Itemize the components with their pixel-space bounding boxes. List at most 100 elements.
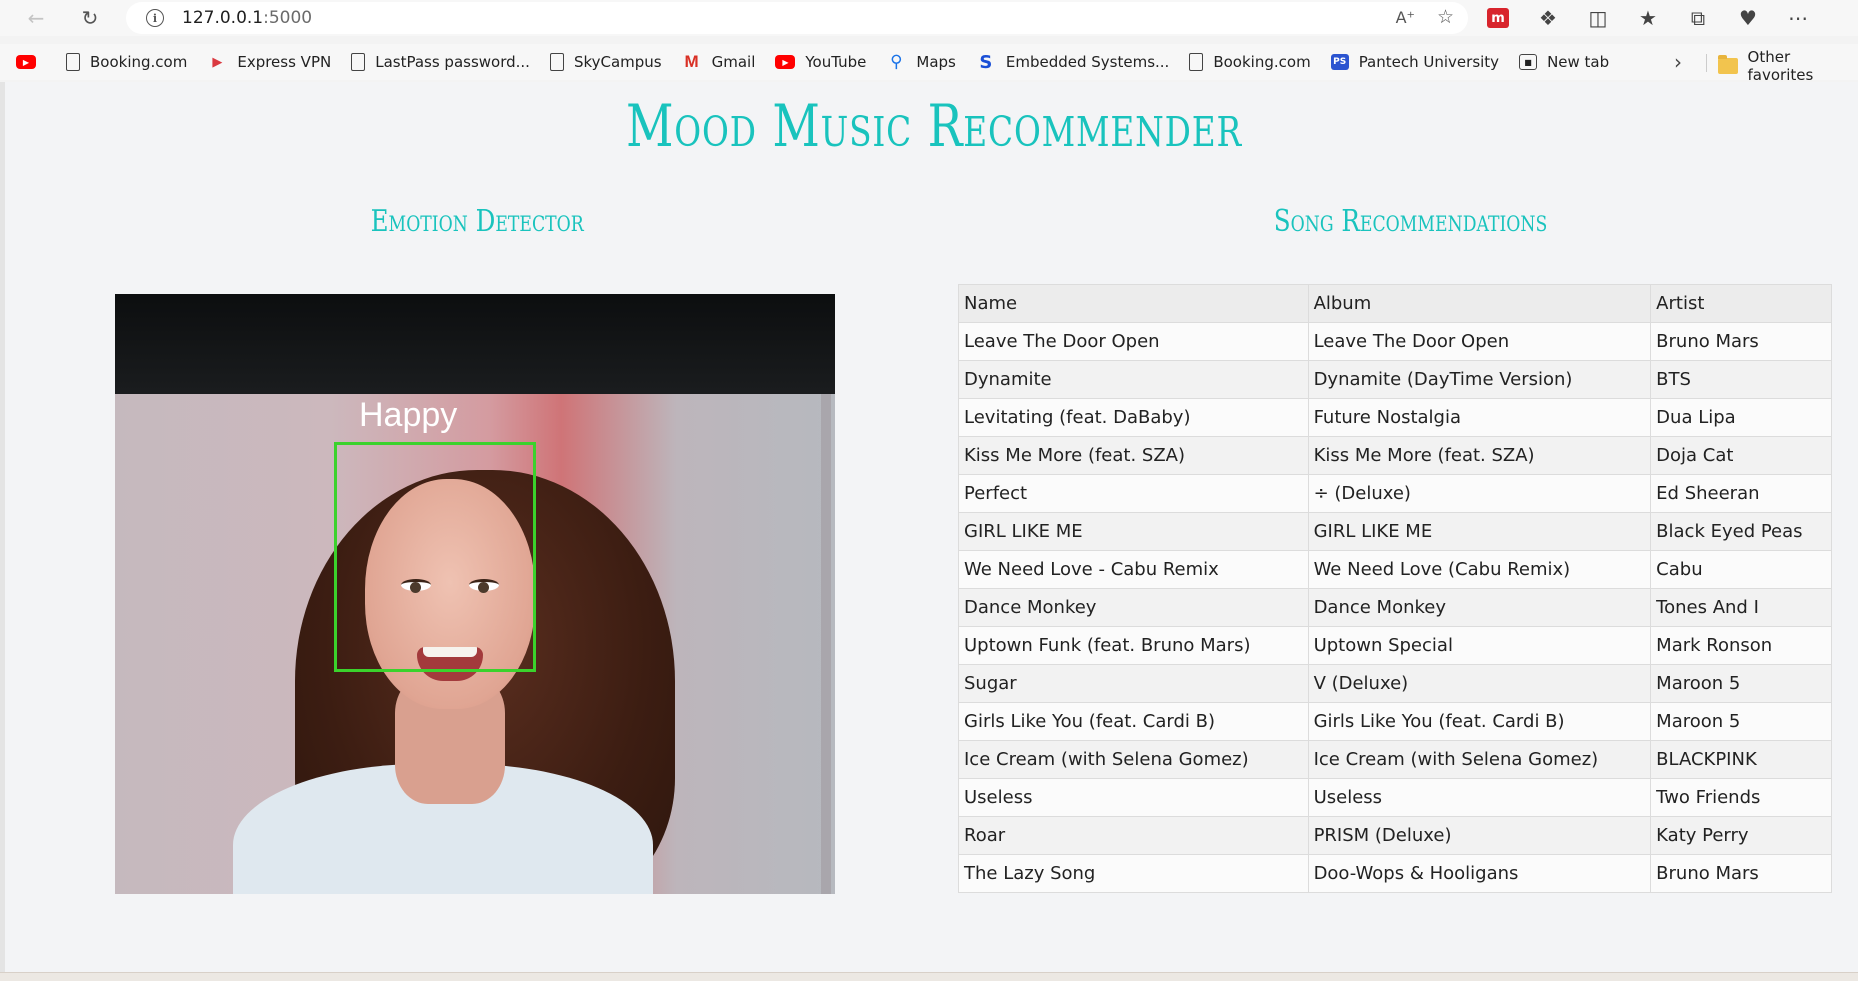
favorite-item[interactable]: ⚲ Maps bbox=[886, 48, 956, 76]
favorite-item[interactable]: LastPass password... bbox=[351, 48, 530, 76]
song-artist-cell: Maroon 5 bbox=[1650, 702, 1832, 741]
skyfi-icon: S bbox=[979, 51, 993, 73]
song-artist-cell: Dua Lipa bbox=[1650, 398, 1832, 437]
song-album-cell: Girls Like You (feat. Cardi B) bbox=[1307, 702, 1652, 741]
song-name-cell: Kiss Me More (feat. SZA) bbox=[958, 436, 1309, 475]
song-album-cell: Uptown Special bbox=[1307, 626, 1652, 665]
extensions-puzzle-icon[interactable]: ❖ bbox=[1532, 2, 1564, 34]
favorite-item[interactable]: Booking.com bbox=[66, 48, 187, 76]
page-icon bbox=[549, 53, 564, 71]
song-name-cell: Leave The Door Open bbox=[958, 322, 1309, 361]
song-artist-cell: Ed Sheeran bbox=[1650, 474, 1832, 513]
extension-mix-icon[interactable]: m bbox=[1482, 2, 1514, 34]
favorite-item[interactable]: M Gmail bbox=[682, 48, 756, 76]
song-artist-cell: Two Friends bbox=[1650, 778, 1832, 817]
song-artist-cell: Katy Perry bbox=[1650, 816, 1832, 855]
page-icon bbox=[66, 53, 80, 71]
table-row: Dynamite Dynamite (DayTime Version) BTS bbox=[958, 360, 1832, 399]
table-row: Roar PRISM (Deluxe) Katy Perry bbox=[958, 816, 1832, 855]
favorites-icon[interactable]: ★ bbox=[1632, 2, 1664, 34]
folder-icon bbox=[1718, 55, 1738, 74]
info-icon[interactable]: i bbox=[146, 9, 164, 27]
song-recommendations-heading: Song Recommendations bbox=[1273, 204, 1548, 239]
song-table: Name Album Artist Leave The Door Open Lea… bbox=[958, 284, 1832, 893]
table-header-row: Name Album Artist bbox=[958, 284, 1832, 323]
url-text[interactable]: 127.0.0.1:5000 bbox=[182, 8, 312, 28]
song-name-cell: Ice Cream (with Selena Gomez) bbox=[958, 740, 1309, 779]
table-row: Leave The Door Open Leave The Door Open Br… bbox=[958, 322, 1832, 361]
favorites-bar: ▶ Booking.com ▶ Express VPN LastPass pass… bbox=[0, 44, 1858, 84]
song-name-cell: GIRL LIKE ME bbox=[958, 512, 1309, 551]
webcam-background-dark bbox=[115, 294, 835, 399]
back-arrow-icon[interactable]: ← bbox=[18, 3, 54, 33]
song-artist-cell: Cabu bbox=[1650, 550, 1832, 589]
song-artist-cell: Bruno Mars bbox=[1650, 854, 1832, 893]
taskbar-strip bbox=[0, 972, 1858, 981]
webcam-feed: Happy bbox=[115, 294, 835, 894]
table-row: Girls Like You (feat. Cardi B) Girls Like… bbox=[958, 702, 1832, 741]
favorite-item[interactable]: ▶ Express VPN bbox=[207, 48, 331, 76]
table-row: The Lazy Song Doo-Wops & Hooligans Bruno M… bbox=[958, 854, 1832, 893]
gmail-icon: M bbox=[684, 52, 699, 71]
favorite-item[interactable]: ■ New tab bbox=[1519, 48, 1609, 76]
page-content: Mood Music Recommender Emotion Detector … bbox=[0, 82, 1858, 972]
table-row: Sugar V (Deluxe) Maroon 5 bbox=[958, 664, 1832, 703]
column-header-album: Album bbox=[1307, 284, 1652, 323]
song-name-cell: Sugar bbox=[958, 664, 1309, 703]
song-album-cell: Future Nostalgia bbox=[1307, 398, 1652, 437]
table-row: Useless Useless Two Friends bbox=[958, 778, 1832, 817]
song-album-cell: V (Deluxe) bbox=[1307, 664, 1652, 703]
song-album-cell: ÷ (Deluxe) bbox=[1307, 474, 1652, 513]
favorite-item[interactable]: SkyCampus bbox=[549, 48, 662, 76]
pantech-icon: PS bbox=[1330, 54, 1349, 70]
song-artist-cell: Doja Cat bbox=[1650, 436, 1832, 475]
detected-emotion-label: Happy bbox=[359, 396, 458, 434]
favorite-item[interactable]: S Embedded Systems... bbox=[976, 48, 1169, 76]
song-album-cell: Ice Cream (with Selena Gomez) bbox=[1307, 740, 1652, 779]
youtube-icon: ▶ bbox=[775, 55, 796, 69]
song-album-cell: Kiss Me More (feat. SZA) bbox=[1307, 436, 1652, 475]
table-row: GIRL LIKE ME GIRL LIKE ME Black Eyed Peas bbox=[958, 512, 1832, 551]
favorite-star-icon[interactable]: ☆ bbox=[1437, 6, 1454, 28]
more-menu-icon[interactable]: ⋯ bbox=[1782, 2, 1814, 34]
song-album-cell: We Need Love (Cabu Remix) bbox=[1307, 550, 1652, 589]
song-album-cell: GIRL LIKE ME bbox=[1307, 512, 1652, 551]
table-row: Kiss Me More (feat. SZA) Kiss Me More (fe… bbox=[958, 436, 1832, 475]
page-icon bbox=[1189, 53, 1204, 71]
split-screen-icon[interactable]: ◫ bbox=[1582, 2, 1614, 34]
song-album-cell: Dynamite (DayTime Version) bbox=[1307, 360, 1652, 399]
song-album-cell: PRISM (Deluxe) bbox=[1307, 816, 1652, 855]
favorite-item[interactable]: Booking.com bbox=[1189, 48, 1311, 76]
song-artist-cell: Bruno Mars bbox=[1650, 322, 1832, 361]
song-name-cell: The Lazy Song bbox=[958, 854, 1309, 893]
maps-icon: ⚲ bbox=[890, 52, 903, 72]
song-artist-cell: Black Eyed Peas bbox=[1650, 512, 1832, 551]
collections-icon[interactable]: ⧉ bbox=[1682, 2, 1714, 34]
new-tab-icon: ■ bbox=[1519, 54, 1538, 70]
song-artist-cell: Maroon 5 bbox=[1650, 664, 1832, 703]
favorite-item[interactable]: ▶ YouTube bbox=[775, 48, 866, 76]
refresh-icon[interactable]: ↻ bbox=[72, 3, 108, 33]
column-header-name: Name bbox=[958, 284, 1309, 323]
song-name-cell: Girls Like You (feat. Cardi B) bbox=[958, 702, 1309, 741]
favorite-item[interactable]: ▶ bbox=[16, 48, 46, 76]
browser-essentials-icon[interactable]: ♥ bbox=[1732, 2, 1764, 34]
browser-toolbar: ← ↻ i 127.0.0.1:5000 A⁺ ☆ m ❖ ◫ ★ ⧉ ♥ ⋯ bbox=[0, 0, 1858, 36]
favorite-item[interactable]: PS Pantech University bbox=[1330, 48, 1499, 76]
song-album-cell: Useless bbox=[1307, 778, 1652, 817]
song-artist-cell: Tones And I bbox=[1650, 588, 1832, 627]
read-aloud-icon[interactable]: A⁺ bbox=[1396, 8, 1415, 27]
other-favorites[interactable]: Other favorites bbox=[1718, 48, 1858, 84]
favorites-divider bbox=[1706, 54, 1707, 72]
chevron-right-icon[interactable]: › bbox=[1674, 50, 1682, 74]
table-row: Ice Cream (with Selena Gomez) Ice Cream (… bbox=[958, 740, 1832, 779]
song-name-cell: Dynamite bbox=[958, 360, 1309, 399]
webcam-frame-edge bbox=[821, 394, 831, 894]
song-artist-cell: Mark Ronson bbox=[1650, 626, 1832, 665]
address-bar[interactable]: i 127.0.0.1:5000 A⁺ ☆ bbox=[126, 2, 1468, 34]
song-album-cell: Leave The Door Open bbox=[1307, 322, 1652, 361]
song-name-cell: We Need Love - Cabu Remix bbox=[958, 550, 1309, 589]
youtube-icon: ▶ bbox=[16, 55, 36, 69]
emotion-detector-heading: Emotion Detector bbox=[370, 204, 584, 239]
song-name-cell: Levitating (feat. DaBaby) bbox=[958, 398, 1309, 437]
